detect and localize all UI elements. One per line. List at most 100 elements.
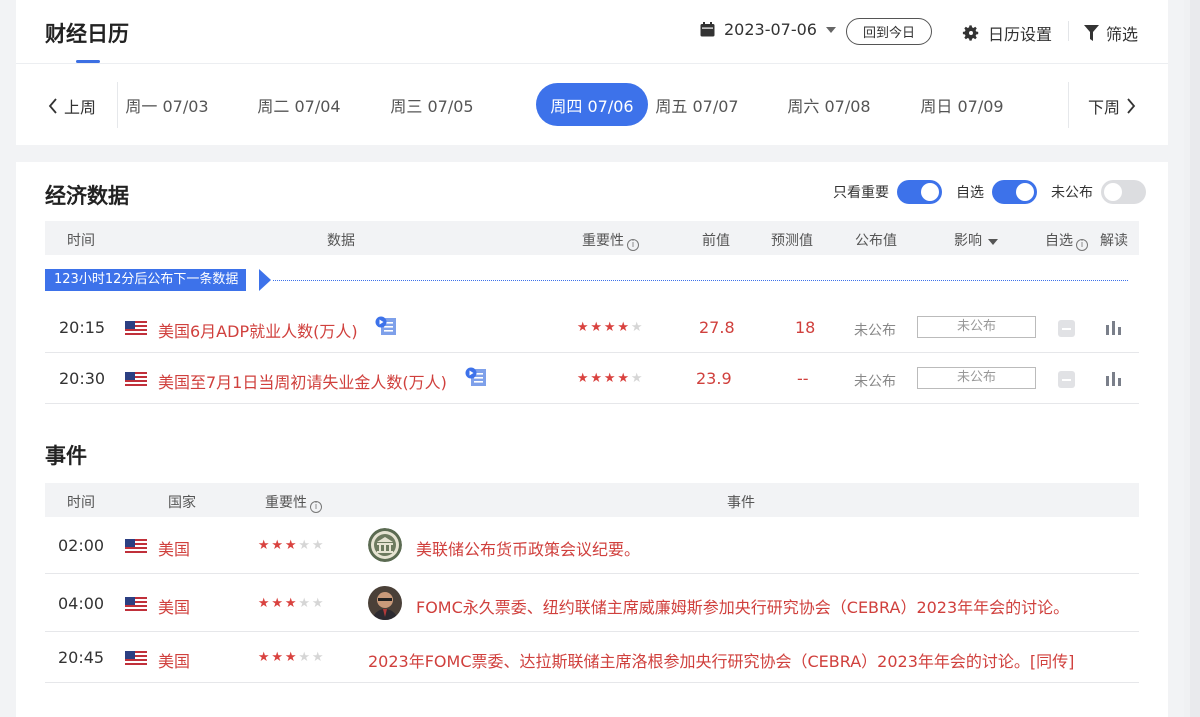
- watchlist-add-button[interactable]: [1058, 320, 1075, 337]
- prev-week-button[interactable]: 上周: [48, 94, 96, 118]
- day-tab-sat[interactable]: 周六 07/08: [773, 83, 885, 126]
- star-icon: ★: [311, 650, 324, 665]
- event-row: 04:00 美国 ★ ★ ★ ★ ★ FOMC永久票委、纽约联储主席威廉姆斯参加央行研究…: [45, 574, 1139, 632]
- unpublished-toggle[interactable]: [1101, 180, 1146, 204]
- calendar-header-card: 财经日历 2023-07-06 回到今日 日历设置 筛选 上周 周一 07/03…: [16, 0, 1168, 145]
- next-release-countdown: 123小时12分后公布下一条数据: [45, 269, 1128, 291]
- chevron-left-icon: [48, 98, 57, 114]
- selected-date: 2023-07-06: [724, 20, 817, 39]
- us-flag-icon: [125, 321, 147, 335]
- day-tab-thu[interactable]: 周四 07/06: [536, 83, 648, 126]
- event-text[interactable]: FOMC永久票委、纽约联储主席威廉姆斯参加央行研究协会（CEBRA）2023年年…: [416, 594, 1069, 618]
- week-divider-right: [1068, 82, 1069, 128]
- video-doc-icon[interactable]: [465, 367, 487, 387]
- us-flag-icon: [125, 651, 147, 665]
- row-time: 20:15: [59, 318, 106, 337]
- day-tab-label: 周六 07/08: [787, 96, 871, 116]
- col-previous: 前值: [702, 233, 730, 249]
- day-tab-tue[interactable]: 周二 07/04: [243, 83, 355, 126]
- importance-stars: ★ ★ ★ ★ ★: [257, 538, 325, 553]
- info-icon[interactable]: i: [1076, 239, 1088, 251]
- title-underline: [76, 60, 100, 63]
- chevron-right-icon: [1127, 98, 1136, 114]
- col-forecast: 预测值: [771, 233, 813, 249]
- col-watch: 自选 i: [1045, 230, 1088, 251]
- col-event: 事件: [727, 495, 755, 511]
- star-icon: ★: [284, 538, 297, 553]
- star-icon: ★: [603, 320, 616, 335]
- prev-week-label: 上周: [64, 98, 97, 117]
- col-impact[interactable]: 影响: [954, 230, 998, 250]
- star-icon: ★: [590, 320, 603, 335]
- toggle-label-important: 只看重要: [833, 185, 889, 201]
- event-country: 美国: [158, 652, 191, 671]
- info-icon[interactable]: i: [627, 239, 639, 251]
- filter-label: 筛选: [1106, 25, 1139, 44]
- video-doc-icon[interactable]: [375, 316, 397, 336]
- economic-row: 20:15 美国6月ADP就业人数(万人) ★ ★ ★ ★ ★ 27.8 18 未公布 …: [45, 302, 1139, 353]
- row-impact-box: 未公布: [917, 367, 1036, 389]
- next-week-button[interactable]: 下周: [1088, 94, 1136, 118]
- day-tab-mon[interactable]: 周一 07/03: [111, 83, 223, 126]
- toggle-label-unpublished: 未公布: [1051, 185, 1093, 201]
- toggle-knob: [1104, 183, 1122, 201]
- star-icon: ★: [271, 538, 284, 553]
- star-icon: ★: [617, 320, 630, 335]
- event-text[interactable]: 美联储公布货币政策会议纪要。: [416, 536, 640, 560]
- day-tab-label: 周日 07/09: [920, 96, 1004, 116]
- star-icon: ★: [617, 371, 630, 386]
- row-forecast: 18: [795, 318, 816, 337]
- date-picker[interactable]: 2023-07-06: [700, 20, 836, 39]
- row-previous: 23.9: [696, 369, 732, 388]
- important-only-toggle[interactable]: [897, 180, 942, 204]
- next-week-label: 下周: [1088, 98, 1121, 117]
- calendar-content-card: 经济数据 只看重要 自选 未公布 时间 数据 重要性 i 前值 预测值 公布值 影…: [16, 162, 1168, 717]
- star-icon: ★: [311, 596, 324, 611]
- events-table-header: 时间 国家 重要性 i 事件: [45, 483, 1139, 517]
- filter-icon: [1084, 25, 1099, 41]
- day-tab-fri[interactable]: 周五 07/07: [641, 83, 753, 126]
- next-release-label: 123小时12分后公布下一条数据: [45, 269, 247, 291]
- us-flag-icon: [125, 539, 147, 553]
- col-time: 时间: [67, 495, 95, 511]
- row-time: 20:30: [59, 369, 106, 388]
- page-scroll-gutter: [1184, 0, 1200, 717]
- watchlist-toggle[interactable]: [992, 180, 1037, 204]
- day-tab-label: 周五 07/07: [655, 96, 739, 116]
- today-button[interactable]: 回到今日: [846, 18, 932, 45]
- col-watch-label: 自选: [1045, 233, 1073, 249]
- page-title: 财经日历: [45, 22, 129, 46]
- event-time: 20:45: [58, 648, 105, 667]
- week-navigation: 上周 周一 07/03 周二 07/04 周三 07/05 周四 07/06 周…: [16, 64, 1168, 145]
- calendar-settings-button[interactable]: 日历设置: [962, 21, 1052, 45]
- importance-stars: ★ ★ ★ ★ ★: [257, 650, 325, 665]
- bar-chart-icon[interactable]: [1105, 370, 1122, 387]
- star-icon: ★: [284, 596, 297, 611]
- star-icon: ★: [603, 371, 616, 386]
- day-tab-wed[interactable]: 周三 07/05: [376, 83, 488, 126]
- star-icon: ★: [257, 650, 270, 665]
- row-actual: 未公布: [854, 374, 896, 390]
- row-data-name[interactable]: 美国至7月1日当周初请失业金人数(万人): [158, 369, 447, 393]
- importance-stars: ★ ★ ★ ★ ★: [576, 371, 644, 386]
- col-data: 数据: [327, 233, 355, 249]
- day-tab-sun[interactable]: 周日 07/09: [906, 83, 1018, 126]
- economic-table-header: 时间 数据 重要性 i 前值 预测值 公布值 影响 自选 i 解读: [45, 221, 1139, 255]
- bar-chart-icon[interactable]: [1105, 319, 1122, 336]
- star-icon: ★: [257, 538, 270, 553]
- col-importance: 重要性 i: [582, 230, 639, 251]
- info-icon[interactable]: i: [310, 501, 322, 513]
- toggle-knob: [921, 183, 939, 201]
- event-time: 02:00: [58, 536, 105, 555]
- gear-icon: [962, 25, 979, 41]
- event-text[interactable]: 2023年FOMC票委、达拉斯联储主席洛根参加央行研究协会（CEBRA）2023…: [368, 648, 1074, 672]
- col-time: 时间: [67, 233, 95, 249]
- us-flag-icon: [125, 597, 147, 611]
- settings-label: 日历设置: [988, 25, 1053, 44]
- countdown-dotted-line: [273, 280, 1128, 281]
- watchlist-add-button[interactable]: [1058, 371, 1075, 388]
- star-icon: ★: [576, 320, 589, 335]
- filter-button[interactable]: 筛选: [1084, 21, 1138, 45]
- star-icon: ★: [271, 596, 284, 611]
- row-data-name[interactable]: 美国6月ADP就业人数(万人): [158, 318, 358, 342]
